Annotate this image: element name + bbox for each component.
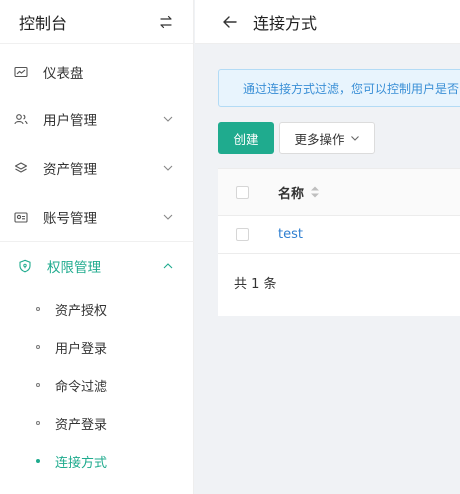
submenu-label: 资产授权 xyxy=(55,303,108,319)
submenu-label: 命令过滤 xyxy=(55,379,108,395)
bullet-icon xyxy=(36,383,40,387)
dashboard-icon xyxy=(14,65,28,79)
table-row: test xyxy=(218,216,460,254)
nav-label-dashboard: 仪表盘 xyxy=(43,66,84,82)
chevron-down-icon xyxy=(162,113,174,125)
bullet-icon xyxy=(36,459,40,463)
nav-item-users[interactable]: 用户管理 xyxy=(0,99,194,139)
chevron-down-icon xyxy=(162,162,174,174)
more-actions-button[interactable]: 更多操作 xyxy=(279,122,375,154)
back-arrow-icon[interactable] xyxy=(222,15,238,29)
table-header: 名称 xyxy=(218,169,460,216)
row-checkbox[interactable] xyxy=(236,228,249,241)
account-icon xyxy=(14,210,28,224)
sidebar-header: 控制台 xyxy=(0,0,193,44)
nav-item-assets[interactable]: 资产管理 xyxy=(0,148,194,188)
create-button[interactable]: 创建 xyxy=(218,122,274,154)
nav-label-accounts: 账号管理 xyxy=(43,211,97,227)
bullet-icon xyxy=(36,307,40,311)
bullet-icon xyxy=(36,345,40,349)
bullet-icon xyxy=(36,421,40,425)
total-count: 共 1 条 xyxy=(234,277,277,292)
chevron-down-icon xyxy=(350,133,360,143)
nav-item-permissions[interactable]: 权限管理 xyxy=(0,246,194,286)
shield-icon xyxy=(18,259,32,273)
table-card: 名称 test 共 1 条 xyxy=(218,168,460,316)
nav-label-assets: 资产管理 xyxy=(43,162,97,178)
users-icon xyxy=(14,112,28,126)
nav-label-permissions: 权限管理 xyxy=(47,260,101,276)
submenu-item-connection-method[interactable]: 连接方式 xyxy=(0,444,194,478)
page-title: 连接方式 xyxy=(253,13,318,33)
select-all-checkbox[interactable] xyxy=(236,185,249,199)
more-actions-label: 更多操作 xyxy=(294,131,345,147)
submenu-label: 资产登录 xyxy=(55,417,108,433)
alert-text: 通过连接方式过滤，您可以控制用户是否 xyxy=(243,81,460,96)
nav-item-accounts[interactable]: 账号管理 xyxy=(0,197,194,237)
submenu-item-user-login[interactable]: 用户登录 xyxy=(0,330,194,364)
switch-icon[interactable] xyxy=(159,15,173,29)
page-header: 连接方式 xyxy=(195,0,460,44)
submenu-item-command-filter[interactable]: 命令过滤 xyxy=(0,368,194,402)
sidebar-divider xyxy=(0,241,194,242)
nav-label-users: 用户管理 xyxy=(43,113,97,129)
sort-icon[interactable] xyxy=(310,185,320,199)
submenu-label: 连接方式 xyxy=(55,455,108,471)
chevron-up-icon xyxy=(162,260,174,272)
row-name-link[interactable]: test xyxy=(278,227,303,242)
sidebar: 控制台 仪表盘 用户管理 资产管理 账号管理 权限管理 资产授权 用户登录 命令… xyxy=(0,0,194,494)
column-header-name[interactable]: 名称 xyxy=(278,183,304,202)
chevron-down-icon xyxy=(162,211,174,223)
layers-icon xyxy=(14,161,28,175)
nav-item-dashboard[interactable]: 仪表盘 xyxy=(0,52,194,92)
info-alert: 通过连接方式过滤，您可以控制用户是否 xyxy=(218,69,460,107)
submenu-item-asset-authorization[interactable]: 资产授权 xyxy=(0,292,194,326)
submenu-label: 用户登录 xyxy=(55,341,108,357)
sidebar-title: 控制台 xyxy=(19,13,68,33)
submenu-item-asset-login[interactable]: 资产登录 xyxy=(0,406,194,440)
